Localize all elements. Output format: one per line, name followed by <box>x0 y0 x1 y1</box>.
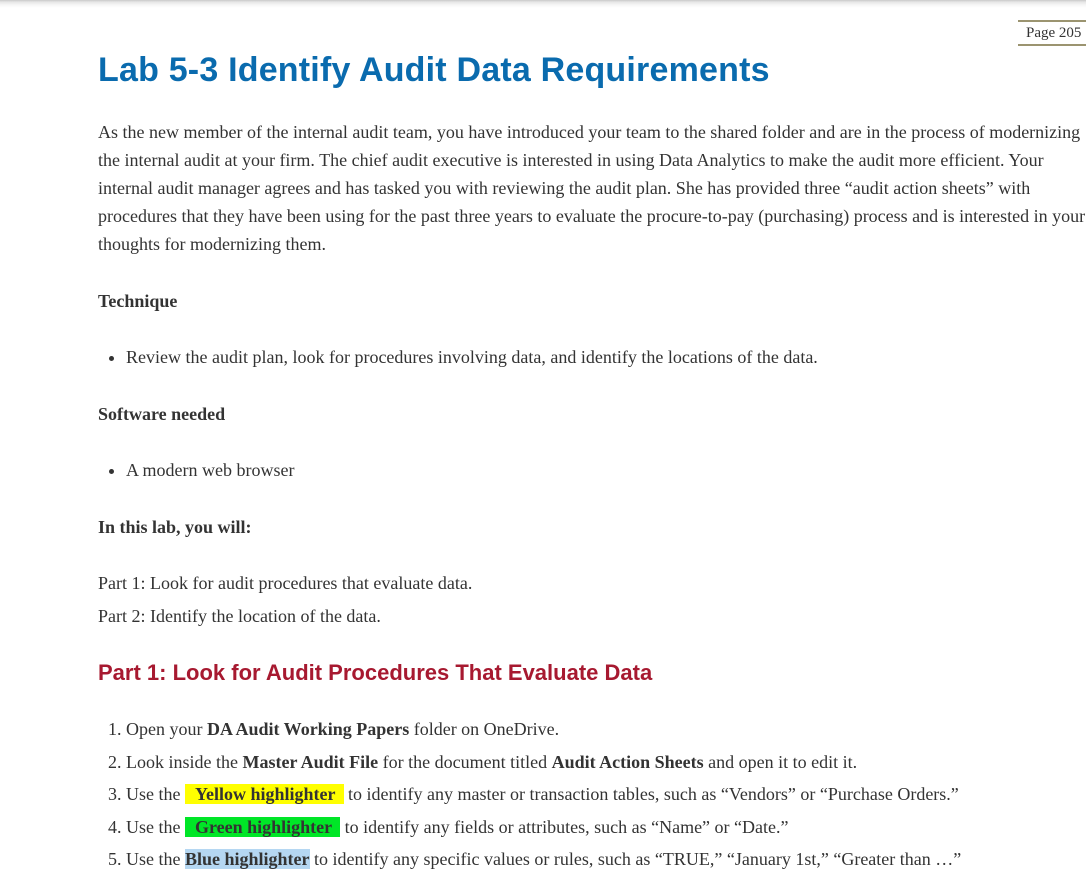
lab-content: Lab 5-3 Identify Audit Data Requirements… <box>98 48 1086 876</box>
technique-item: Review the audit plan, look for procedur… <box>126 343 1086 371</box>
step-text: to identify any specific values or rules… <box>309 849 962 869</box>
step-text: to identify any fields or attributes, su… <box>340 816 789 837</box>
step-text: to identify any master or transaction ta… <box>343 784 959 804</box>
objective-part-2: Part 2: Identify the location of the dat… <box>98 606 381 626</box>
step-bold-text: Audit Action Sheets <box>551 751 704 772</box>
blue-highlighter-label: Blue highlighter <box>184 849 310 869</box>
step-text: and open it to edit it. <box>703 751 858 772</box>
technique-heading: Technique <box>98 291 178 311</box>
objective-part-1: Part 1: Look for audit procedures that e… <box>98 573 473 593</box>
technique-list: Review the audit plan, look for procedur… <box>98 343 1086 371</box>
step-text: Use the <box>126 849 185 869</box>
page-number-marker: Page 205 <box>1018 20 1086 46</box>
step-text: Open your <box>126 719 207 739</box>
objectives-heading: In this lab, you will: <box>98 517 252 537</box>
step-text: Look inside the <box>126 751 243 772</box>
part1-heading: Part 1: Look for Audit Procedures That E… <box>98 660 653 685</box>
objectives-parts: Part 1: Look for audit procedures that e… <box>98 567 1086 633</box>
top-edge-shadow <box>0 0 1086 8</box>
software-heading: Software needed <box>98 404 226 424</box>
step-item: Open your DA Audit Working Papers folder… <box>126 713 1086 746</box>
software-list: A modern web browser <box>98 456 1086 484</box>
step-text: folder on OneDrive. <box>409 719 560 739</box>
yellow-highlighter-label: Yellow highlighter <box>184 784 344 804</box>
step-item: Look inside the Master Audit File for th… <box>126 746 1086 779</box>
intro-paragraph: As the new member of the internal audit … <box>98 122 1086 254</box>
step-text: for the document titled <box>378 751 552 772</box>
step-item: Use the Green highlighter to identify an… <box>126 811 1086 844</box>
page-title: Lab 5-3 Identify Audit Data Requirements <box>98 51 770 89</box>
step-item: Use the Yellow highlighter to identify a… <box>126 778 1086 811</box>
step-bold-text: DA Audit Working Papers <box>206 719 410 739</box>
software-item: A modern web browser <box>126 456 1086 484</box>
step-item: Use the Blue highlighter to identify any… <box>126 843 1086 876</box>
step-text: Use the <box>126 816 185 837</box>
green-highlighter-label: Green highlighter <box>184 816 341 837</box>
step-text: Use the <box>126 784 185 804</box>
part1-steps: Open your DA Audit Working Papers folder… <box>98 713 1086 876</box>
step-bold-text: Master Audit File <box>242 751 379 772</box>
